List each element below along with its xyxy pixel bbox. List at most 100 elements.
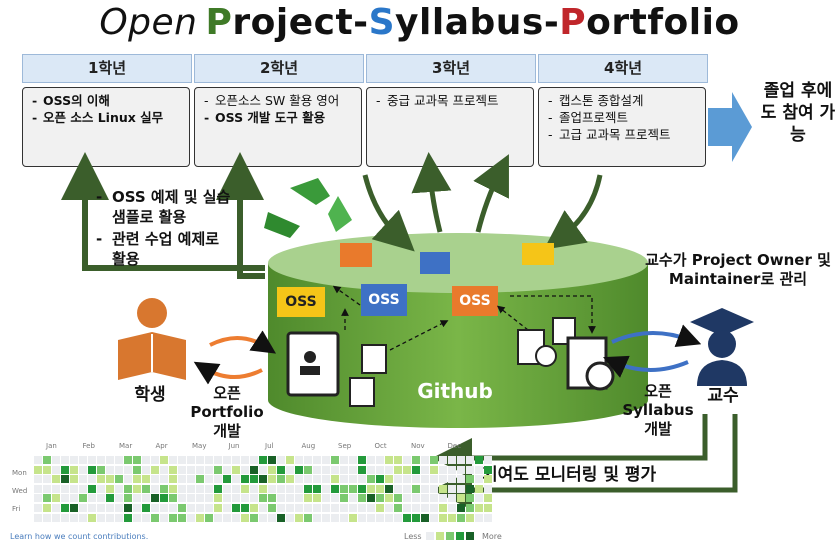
contribution-cell (169, 456, 177, 464)
month-label: Jun (228, 442, 240, 450)
contribution-cell (214, 465, 222, 474)
contribution-cell (178, 504, 186, 512)
contribution-cell (70, 465, 78, 474)
contribution-cell (340, 513, 348, 522)
contribution-cell (322, 484, 330, 493)
contribution-cell (286, 456, 294, 464)
contribution-cell (403, 475, 411, 484)
contribution-cell (457, 456, 465, 464)
contribution-cell (475, 484, 483, 493)
student-sync-arrows (193, 330, 277, 385)
contribution-cell (151, 504, 159, 512)
contribution-cell (97, 465, 105, 474)
contribution-cell (376, 465, 384, 474)
contribution-cell (457, 513, 465, 522)
contribution-cell (52, 484, 60, 493)
contribution-cell (376, 475, 384, 484)
day-label: Fri (12, 505, 21, 513)
contribution-cell (160, 504, 168, 512)
contribution-cell (151, 484, 159, 493)
contribution-cell (421, 494, 429, 503)
contribution-cell (349, 494, 357, 503)
contribution-arrows (362, 152, 603, 252)
contribution-cell (466, 513, 474, 522)
contribution-cell (358, 475, 366, 484)
contribution-cell (223, 465, 231, 474)
contribution-cell (124, 513, 132, 522)
contribution-cell (331, 456, 339, 464)
contribution-cell (394, 465, 402, 474)
contribution-cell (79, 513, 87, 522)
contribution-cell (448, 465, 456, 474)
contribution-cell (286, 465, 294, 474)
contribution-cell (385, 475, 393, 484)
contribution-cell (178, 475, 186, 484)
contribution-cell (313, 465, 321, 474)
contribution-cell (277, 456, 285, 464)
contribution-cell (394, 456, 402, 464)
contribution-cell (475, 475, 483, 484)
contribution-cell (250, 465, 258, 474)
contribution-cell (79, 465, 87, 474)
month-label: May (192, 442, 207, 450)
contribution-cell (421, 504, 429, 512)
contribution-cell (259, 456, 267, 464)
contributions-help-link[interactable]: Learn how we count contributions. (10, 532, 148, 541)
contribution-cell (52, 475, 60, 484)
contribution-cell (169, 504, 177, 512)
student-label: 학생 (134, 385, 166, 405)
contribution-cell (475, 465, 483, 474)
contribution-cell (61, 484, 69, 493)
contribution-cell (268, 494, 276, 503)
legend-less: Less (404, 532, 422, 541)
month-label: Nov (411, 442, 425, 450)
contribution-cell (385, 456, 393, 464)
monitoring-label: 기여도 모니터링 및 평가 (482, 465, 657, 485)
contribution-cell (133, 475, 141, 484)
contribution-cell (124, 484, 132, 493)
contribution-cell (214, 484, 222, 493)
contribution-cell (52, 504, 60, 512)
contribution-cell (142, 475, 150, 484)
month-label: Sep (338, 442, 352, 450)
contribution-cell (349, 475, 357, 484)
contribution-cell (358, 513, 366, 522)
contribution-cell (484, 456, 492, 464)
contribution-cell (286, 484, 294, 493)
contribution-cell (88, 456, 96, 464)
contribution-cell (52, 513, 60, 522)
contribution-cell (340, 475, 348, 484)
contribution-cell (115, 465, 123, 474)
contribution-cell (196, 494, 204, 503)
contribution-cell (403, 456, 411, 464)
contribution-cell (232, 475, 240, 484)
contribution-cell (457, 494, 465, 503)
contribution-cell (439, 475, 447, 484)
contribution-cell (169, 484, 177, 493)
contribution-cell (322, 465, 330, 474)
contribution-cell (403, 513, 411, 522)
contribution-cell (430, 504, 438, 512)
contribution-cell (457, 484, 465, 493)
contribution-cell (322, 456, 330, 464)
contribution-cell (304, 484, 312, 493)
contribution-cell (331, 484, 339, 493)
contribution-cell (34, 484, 42, 493)
contribution-cell (115, 494, 123, 503)
contribution-cell (466, 465, 474, 474)
contribution-cell (178, 465, 186, 474)
contribution-cell (187, 456, 195, 464)
contribution-cell (412, 513, 420, 522)
contribution-cell (367, 475, 375, 484)
contribution-cell (124, 465, 132, 474)
contribution-cell (43, 484, 51, 493)
contribution-cell (430, 513, 438, 522)
month-label: Jan (46, 442, 57, 450)
contribution-cell (160, 475, 168, 484)
contribution-cell (259, 465, 267, 474)
github-label: Github (417, 379, 493, 403)
contribution-cell (61, 504, 69, 512)
contribution-cell (394, 475, 402, 484)
contribution-cell (52, 494, 60, 503)
contribution-cell (475, 494, 483, 503)
